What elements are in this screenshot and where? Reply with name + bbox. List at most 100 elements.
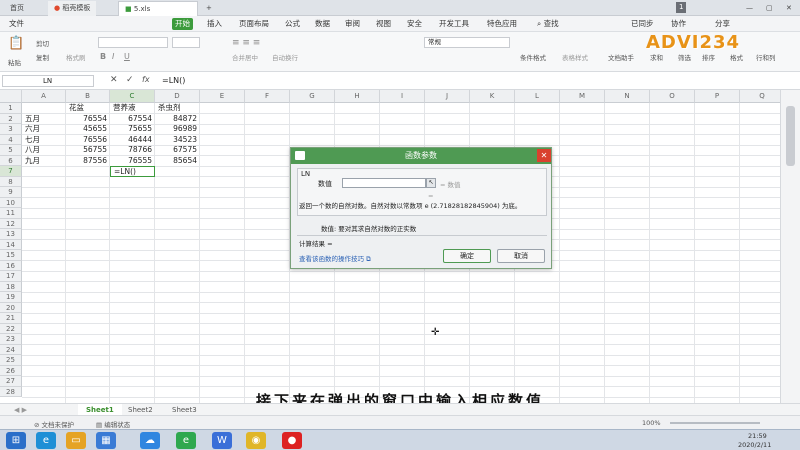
row-header[interactable]: 19 [0, 292, 22, 303]
menu-special[interactable]: 特色应用 [484, 18, 520, 30]
format-button[interactable]: 格式 [730, 52, 743, 62]
close-button[interactable]: ✕ [780, 1, 798, 16]
help-link[interactable]: 查看该函数的操作技巧 ⧉ [299, 253, 371, 264]
clock-time[interactable]: 21:59 [748, 432, 767, 440]
menu-review[interactable]: 审阅 [342, 18, 363, 30]
tab-file[interactable]: ■ 5.xls [118, 1, 198, 16]
format-painter-button[interactable]: 格式刷 [66, 52, 86, 62]
column-header[interactable]: K [470, 90, 515, 103]
tab-home[interactable]: 首页 [4, 1, 30, 16]
column-header[interactable]: L [515, 90, 560, 103]
select-all-corner[interactable] [0, 90, 22, 103]
share-button[interactable]: 分享 [712, 18, 733, 30]
menu-data[interactable]: 数据 [312, 18, 333, 30]
menu-formula[interactable]: 公式 [282, 18, 303, 30]
cancel-icon[interactable]: ✕ [110, 75, 118, 85]
row-header[interactable]: 6 [0, 155, 22, 166]
number-format-select[interactable]: 常规 [424, 37, 510, 48]
wps-icon[interactable]: W [212, 432, 232, 449]
table-style-button[interactable]: 表格样式 [562, 52, 588, 62]
italic-button[interactable]: I [112, 52, 114, 61]
column-header[interactable]: C [110, 90, 155, 103]
cell-C6[interactable]: 76555 [110, 156, 155, 167]
menu-security[interactable]: 安全 [404, 18, 425, 30]
cell-A5[interactable]: 八月 [22, 145, 43, 156]
column-header[interactable]: D [155, 90, 200, 103]
menu-dev-tools[interactable]: 开发工具 [436, 18, 472, 30]
active-cell-C7[interactable]: =LN() [110, 166, 155, 177]
store-icon[interactable]: ▦ [96, 432, 116, 449]
cell-B1[interactable]: 花盆 [66, 103, 87, 114]
column-header[interactable]: Q [740, 90, 785, 103]
cell-B5[interactable]: 56755 [66, 145, 110, 156]
cell-A2[interactable]: 五月 [22, 114, 43, 125]
merge-center-button[interactable]: 合并居中 [232, 52, 258, 62]
minimize-button[interactable]: — [740, 1, 759, 16]
conditional-format-button[interactable]: 条件格式 [520, 52, 546, 62]
new-tab-button[interactable]: + [200, 1, 218, 16]
row-header[interactable]: 20 [0, 302, 22, 313]
column-header[interactable]: I [380, 90, 425, 103]
column-header[interactable]: J [425, 90, 470, 103]
row-header[interactable]: 1 [0, 103, 22, 114]
filter-button[interactable]: 筛选 [678, 52, 691, 62]
column-header[interactable]: E [200, 90, 245, 103]
column-header[interactable]: H [335, 90, 380, 103]
start-icon[interactable]: ⊞ [6, 432, 26, 449]
menu-start[interactable]: 开始 [172, 18, 193, 30]
cell-C4[interactable]: 46444 [110, 135, 155, 146]
underline-button[interactable]: U [124, 52, 130, 61]
tab-template[interactable]: ● 稻壳模板 [48, 1, 97, 16]
row-header[interactable]: 14 [0, 239, 22, 250]
cut-button[interactable]: 剪切 [36, 38, 49, 48]
cell-C2[interactable]: 67554 [110, 114, 155, 125]
formula-input[interactable]: =LN() [162, 76, 185, 85]
collab-button[interactable]: 协作 [668, 18, 689, 30]
cell-D3[interactable]: 96989 [155, 124, 200, 135]
row-header[interactable]: 4 [0, 134, 22, 145]
row-header[interactable]: 17 [0, 271, 22, 282]
paste-icon[interactable]: 📋 [8, 36, 24, 51]
cell-C1[interactable]: 营养液 [110, 103, 139, 114]
row-header[interactable]: 12 [0, 218, 22, 229]
cell-D6[interactable]: 85654 [155, 156, 200, 167]
row-header[interactable]: 15 [0, 250, 22, 261]
row-header[interactable]: 27 [0, 376, 22, 387]
sum-button[interactable]: 求和 [650, 52, 663, 62]
ie-icon[interactable]: e [36, 432, 56, 449]
paste-label[interactable]: 粘贴 [8, 57, 21, 67]
chrome-icon[interactable]: ◉ [246, 432, 266, 449]
range-select-icon[interactable]: ↖ [426, 178, 436, 188]
font-name-select[interactable] [98, 37, 168, 48]
sort-button[interactable]: 排序 [702, 52, 715, 62]
cloud-icon[interactable]: ☁ [140, 432, 160, 449]
row-header[interactable]: 25 [0, 355, 22, 366]
explorer-icon[interactable]: ▭ [66, 432, 86, 449]
column-header[interactable]: G [290, 90, 335, 103]
cell-A3[interactable]: 六月 [22, 124, 43, 135]
cell-C5[interactable]: 78766 [110, 145, 155, 156]
sync-button[interactable]: 已同步 [628, 18, 657, 30]
row-header[interactable]: 13 [0, 229, 22, 240]
column-header[interactable]: M [560, 90, 605, 103]
vertical-scrollbar[interactable] [780, 90, 800, 403]
menu-page-layout[interactable]: 页面布局 [236, 18, 272, 30]
dialog-close-icon[interactable]: ✕ [537, 149, 551, 162]
column-header[interactable]: O [650, 90, 695, 103]
column-header[interactable]: P [695, 90, 740, 103]
row-header[interactable]: 11 [0, 208, 22, 219]
row-header[interactable]: 9 [0, 187, 22, 198]
row-header[interactable]: 18 [0, 281, 22, 292]
protect-status[interactable]: ⊘ 文档未保护 [34, 419, 74, 429]
browser-icon[interactable]: e [176, 432, 196, 449]
row-header[interactable]: 16 [0, 260, 22, 271]
cell-D1[interactable]: 杀虫剂 [155, 103, 184, 114]
font-size-select[interactable] [172, 37, 200, 48]
row-header[interactable]: 10 [0, 197, 22, 208]
cell-A6[interactable]: 九月 [22, 156, 43, 167]
cancel-button[interactable]: 取消 [497, 249, 545, 263]
scroll-thumb[interactable] [786, 106, 795, 166]
cell-B4[interactable]: 76556 [66, 135, 110, 146]
cell-D5[interactable]: 67575 [155, 145, 200, 156]
confirm-icon[interactable]: ✓ [126, 75, 134, 85]
